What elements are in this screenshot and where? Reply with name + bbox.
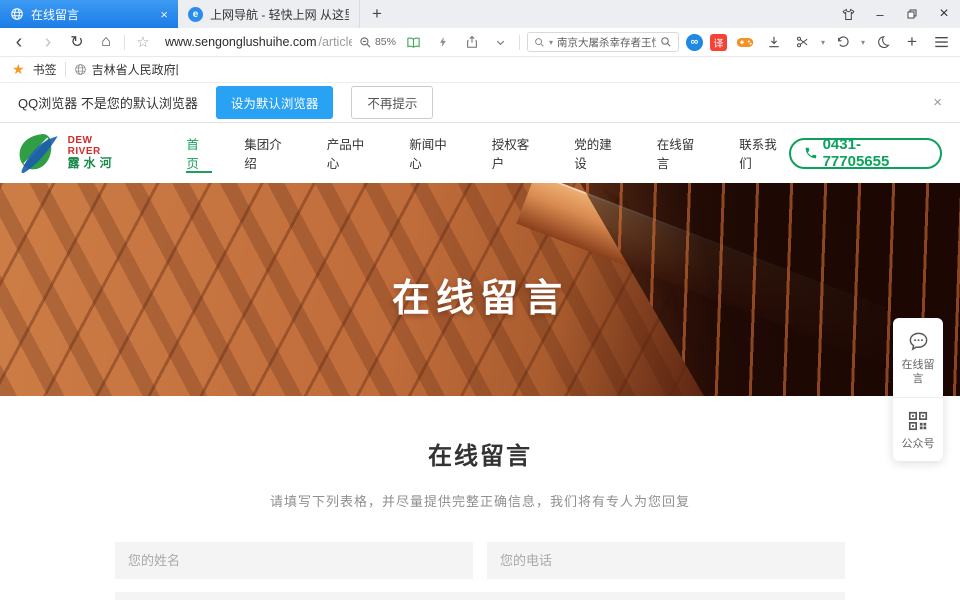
message-bubble-icon xyxy=(907,330,930,353)
phone-field[interactable] xyxy=(487,542,845,579)
zoom-level: 85% xyxy=(375,36,396,48)
url-path: /article/contact.html xyxy=(318,35,351,49)
floating-widget: 在线留言 公众号 xyxy=(893,318,943,461)
flash-lightning-icon[interactable] xyxy=(432,31,454,53)
tab-title: 上网导航 - 轻快上网 从这里开始 xyxy=(210,6,349,23)
phone-number: 0431-77705655 xyxy=(823,136,927,170)
tab-close-icon[interactable]: × xyxy=(160,7,168,22)
reload-button[interactable]: ↻ xyxy=(66,31,88,53)
chevron-down-icon[interactable] xyxy=(490,31,512,53)
minimize-button[interactable]: – xyxy=(864,0,896,28)
bookmark-item[interactable]: 吉林省人民政府国 xyxy=(74,61,178,78)
hero-title: 在线留言 xyxy=(0,267,960,322)
reading-mode-icon[interactable] xyxy=(403,31,425,53)
bookmarks-star-icon[interactable]: ★ xyxy=(12,61,25,78)
nav-item-home[interactable]: 首页 xyxy=(186,123,211,183)
zoom-out-icon xyxy=(359,36,372,49)
restore-button[interactable] xyxy=(896,0,928,28)
widget-message-button[interactable]: 在线留言 xyxy=(893,318,943,397)
search-go-icon[interactable] xyxy=(660,36,672,48)
widget-qrcode-label: 公众号 xyxy=(902,438,935,452)
forward-button[interactable]: › xyxy=(37,31,59,53)
bookmark-label: 吉林省人民政府国 xyxy=(92,61,178,78)
tab-current[interactable]: 在线留言 × xyxy=(0,0,178,28)
divider xyxy=(124,35,125,50)
zoom-control[interactable]: 85% xyxy=(359,36,396,49)
bookmarks-label[interactable]: 书签 xyxy=(33,61,57,78)
nav-item-products[interactable]: 产品中心 xyxy=(327,123,377,183)
address-toolbar: ‹ › ↻ ⌂ ☆ www.sengonglushuihe.com /artic… xyxy=(0,28,960,57)
add-extension-icon[interactable]: + xyxy=(901,31,923,53)
nav-item-news[interactable]: 新闻中心 xyxy=(409,123,459,183)
phone-number-pill[interactable]: 0431-77705655 xyxy=(789,138,942,169)
form-subtitle: 请填写下列表格，并尽量提供完整正确信息，我们将有专人为您回复 xyxy=(0,491,960,510)
phone-icon xyxy=(804,146,818,160)
divider xyxy=(519,35,520,50)
translate-icon[interactable]: 译 xyxy=(710,34,727,51)
hero-banner: 在线留言 xyxy=(0,183,960,396)
nav-item-clients[interactable]: 授权客户 xyxy=(492,123,542,183)
download-icon[interactable] xyxy=(763,31,785,53)
night-mode-moon-icon[interactable] xyxy=(872,31,894,53)
message-content-field[interactable] xyxy=(115,592,845,600)
bookmark-star-icon[interactable]: ☆ xyxy=(132,31,154,53)
widget-message-label: 在线留言 xyxy=(897,359,939,387)
logo-text-cn: 露水河 xyxy=(68,157,129,170)
dewriver-leaf-logo-icon xyxy=(12,130,64,176)
search-engine-caret-icon[interactable]: ▾ xyxy=(549,38,553,47)
dont-remind-button[interactable]: 不再提示 xyxy=(351,86,433,119)
globe-icon xyxy=(74,63,87,76)
window-controls: – × xyxy=(832,0,960,28)
new-tab-button[interactable]: + xyxy=(360,0,394,28)
logo-text: DEW RIVER 露水河 xyxy=(68,136,129,170)
notification-close-icon[interactable]: × xyxy=(933,94,942,111)
nav-item-party[interactable]: 党的建设 xyxy=(574,123,624,183)
share-icon[interactable] xyxy=(461,31,483,53)
scissors-caret-icon[interactable]: ▾ xyxy=(821,38,825,47)
menu-icon[interactable] xyxy=(930,31,952,53)
nav-page-favicon: e xyxy=(188,7,203,22)
message-form-section: 在线留言 请填写下列表格，并尽量提供完整正确信息，我们将有专人为您回复 xyxy=(0,396,960,600)
nav-item-contact[interactable]: 联系我们 xyxy=(739,123,789,183)
form-title: 在线留言 xyxy=(0,396,960,471)
url-field[interactable]: www.sengonglushuihe.com /article/contact… xyxy=(161,35,352,49)
set-default-browser-button[interactable]: 设为默认浏览器 xyxy=(216,86,334,119)
divider xyxy=(65,62,66,77)
tab-nav-page[interactable]: e 上网导航 - 轻快上网 从这里开始 xyxy=(178,0,360,28)
tab-title: 在线留言 xyxy=(31,6,153,23)
bookmarks-bar: ★ 书签 吉林省人民政府国 xyxy=(0,57,960,83)
screenshot-scissors-icon[interactable] xyxy=(792,31,814,53)
search-icon xyxy=(534,37,545,48)
main-nav: 首页 集团介绍 产品中心 新闻中心 授权客户 党的建设 在线留言 联系我们 xyxy=(186,123,788,183)
site-logo[interactable]: DEW RIVER 露水河 xyxy=(12,130,128,176)
nav-item-group-intro[interactable]: 集团介绍 xyxy=(244,123,294,183)
close-window-button[interactable]: × xyxy=(928,0,960,28)
gamepad-icon[interactable] xyxy=(734,31,756,53)
qrcode-icon xyxy=(907,410,929,432)
history-undo-icon[interactable] xyxy=(832,31,854,53)
search-input[interactable]: ▾ 南京大屠杀幸存者王恒逝世 xyxy=(527,32,679,52)
default-browser-notification: QQ浏览器 不是您的默认浏览器 设为默认浏览器 不再提示 × xyxy=(0,83,960,123)
back-button[interactable]: ‹ xyxy=(8,31,30,53)
site-header: DEW RIVER 露水河 首页 集团介绍 产品中心 新闻中心 授权客户 党的建… xyxy=(0,123,960,183)
url-domain: www.sengonglushuihe.com xyxy=(165,35,316,49)
skin-theme-button[interactable] xyxy=(832,0,864,28)
globe-icon xyxy=(10,7,24,21)
browser-window: 在线留言 × e 上网导航 - 轻快上网 从这里开始 + – × ‹ › xyxy=(0,0,960,600)
history-caret-icon[interactable]: ▾ xyxy=(861,38,865,47)
message-form xyxy=(115,542,845,600)
tab-bar: 在线留言 × e 上网导航 - 轻快上网 从这里开始 + – × xyxy=(0,0,960,28)
nav-item-message[interactable]: 在线留言 xyxy=(657,123,707,183)
widget-qrcode-button[interactable]: 公众号 xyxy=(893,397,943,462)
search-hot-query: 南京大屠杀幸存者王恒逝世 xyxy=(557,35,656,50)
name-field[interactable] xyxy=(115,542,473,579)
notification-message: QQ浏览器 不是您的默认浏览器 xyxy=(18,93,198,112)
qq-account-icon[interactable]: ∞ xyxy=(686,34,703,51)
home-button[interactable]: ⌂ xyxy=(95,31,117,53)
logo-text-en: DEW RIVER xyxy=(68,136,129,157)
